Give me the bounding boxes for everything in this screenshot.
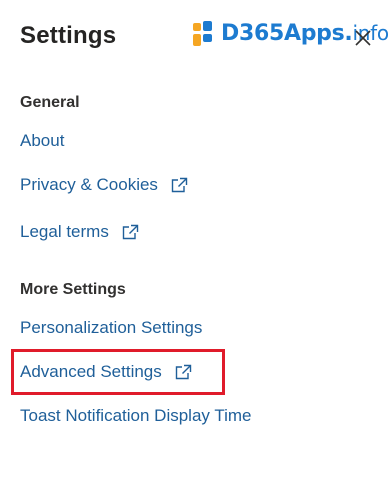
link-toast-notification-display-time[interactable]: Toast Notification Display Time xyxy=(20,406,251,426)
link-label: Legal terms xyxy=(20,222,109,241)
page-title: Settings xyxy=(20,22,117,49)
external-link-icon xyxy=(171,177,188,193)
close-button[interactable] xyxy=(352,27,374,49)
section-heading-more-settings: More Settings xyxy=(20,281,126,298)
logo-mark-icon xyxy=(193,19,217,47)
link-about[interactable]: About xyxy=(20,131,64,151)
settings-panel: Settings D365Apps.info General About Pri… xyxy=(0,0,388,489)
link-label: Toast Notification Display Time xyxy=(20,406,252,425)
link-label: Privacy & Cookies xyxy=(20,175,158,194)
link-label: Personalization Settings xyxy=(20,318,203,337)
section-heading-general: General xyxy=(20,94,80,111)
highlight-annotation-box xyxy=(11,349,225,395)
link-legal-terms[interactable]: Legal terms xyxy=(20,222,139,242)
link-personalization-settings[interactable]: Personalization Settings xyxy=(20,318,202,338)
external-link-icon xyxy=(122,224,139,240)
link-privacy-cookies[interactable]: Privacy & Cookies xyxy=(20,175,188,195)
link-label: About xyxy=(20,131,65,150)
close-icon xyxy=(355,30,371,46)
